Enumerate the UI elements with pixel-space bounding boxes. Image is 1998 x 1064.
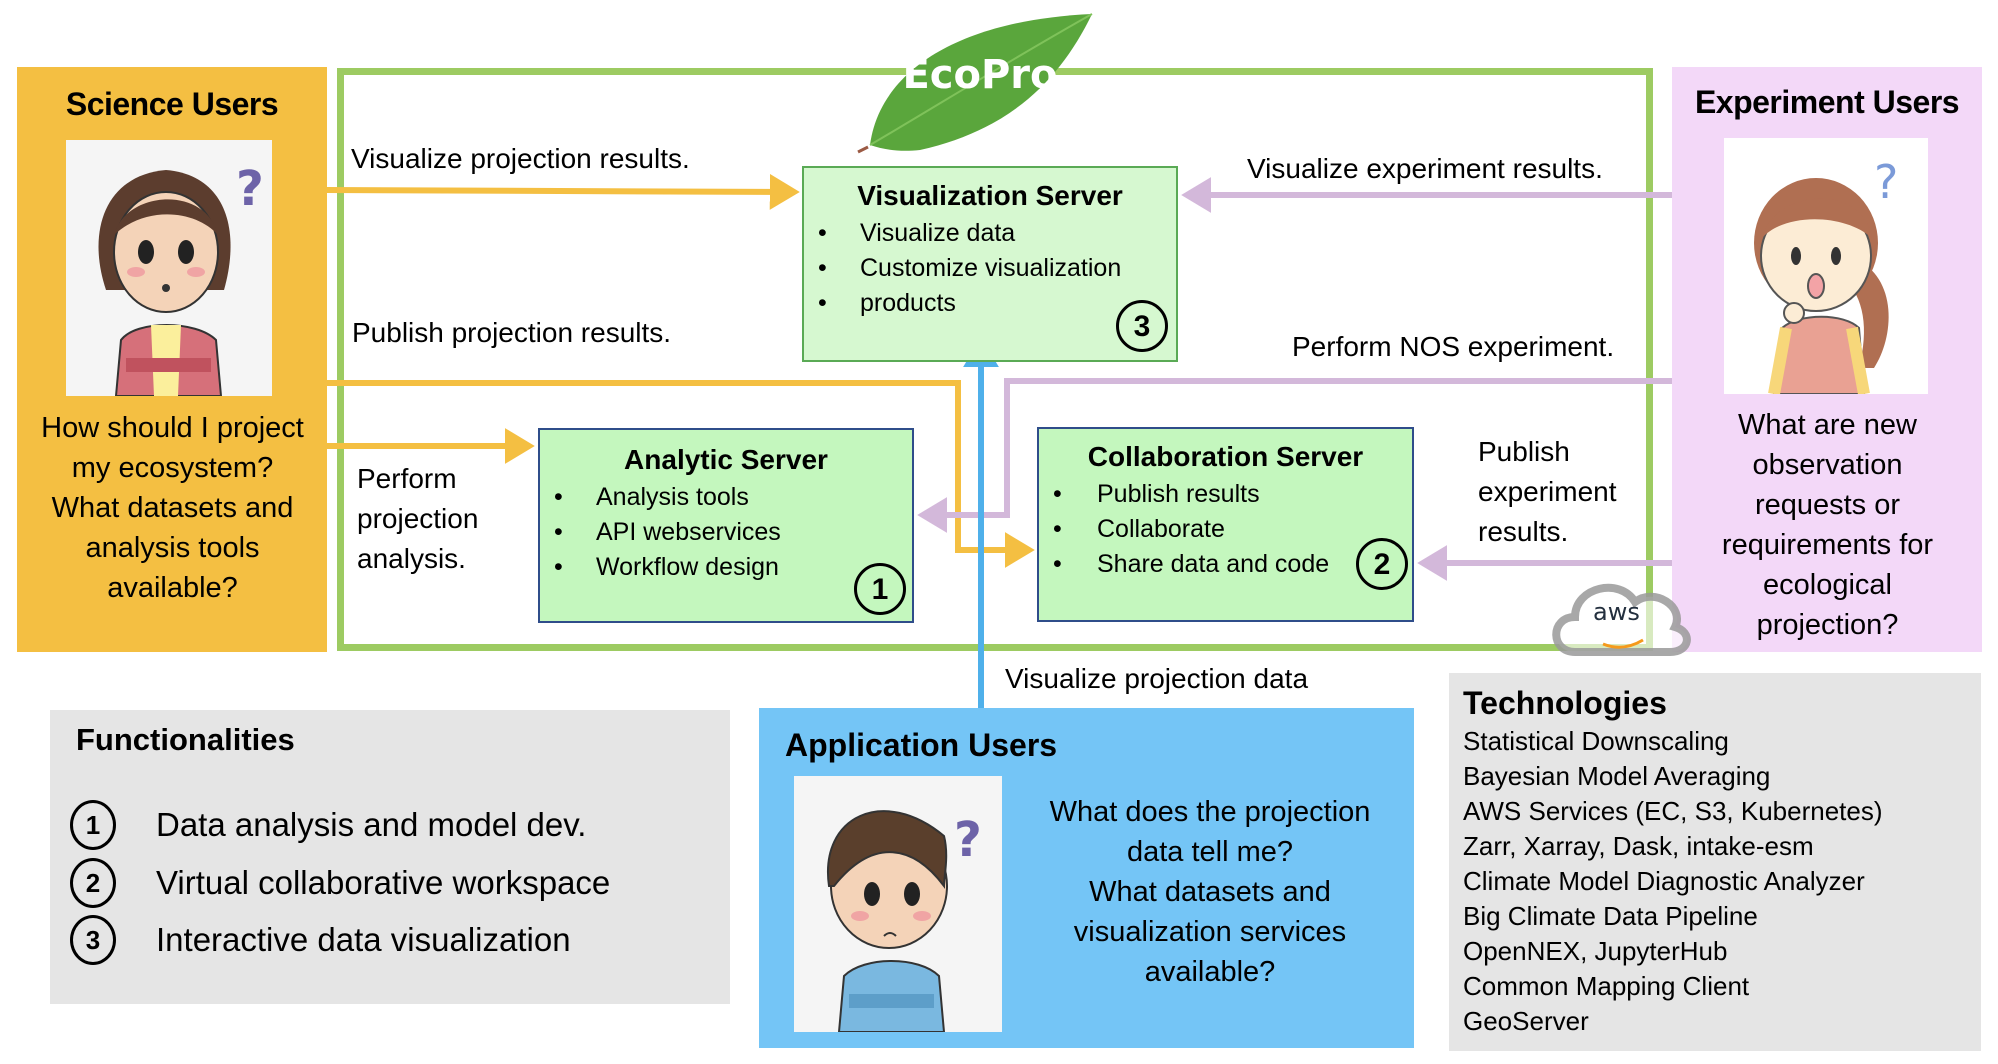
label-perform-projection-analysis: Perform projection analysis. [357, 463, 479, 574]
technology-item: Climate Model Diagnostic Analyzer [1463, 866, 1865, 896]
girl-wondering-avatar: ? [1724, 138, 1928, 394]
functionality-item: 3 Interactive data visualization [70, 915, 571, 965]
functionality-label: Data analysis and model dev. [156, 806, 587, 843]
label-publish-projection-results: Publish projection results. [352, 317, 672, 348]
experiment-users-title: Experiment Users [1694, 84, 1960, 120]
number-badge-2: 2 [70, 858, 116, 908]
functionality-label: Interactive data visualization [156, 921, 571, 958]
number-badge-2: 2 [1356, 538, 1408, 590]
visualization-server-item: Customize visualization [804, 251, 1176, 286]
number-badge-1: 1 [70, 800, 116, 850]
woman-thinking-avatar: ? [66, 140, 272, 396]
technology-item: GeoServer [1463, 1006, 1589, 1036]
label-perform-nos-experiment: Perform NOS experiment. [1292, 331, 1615, 362]
label-visualize-projection-data: Visualize projection data [1005, 663, 1309, 694]
visualization-server-title: Visualization Server [857, 180, 1123, 211]
number-badge-3: 3 [1116, 300, 1168, 352]
label-visualize-projection-results: Visualize projection results. [351, 143, 690, 174]
arrow-science-to-visualization [326, 173, 800, 210]
aws-label: aws [1593, 598, 1640, 626]
collaboration-server-title: Collaboration Server [1087, 441, 1364, 472]
boy-thinking-avatar: ? [794, 776, 1002, 1032]
analytic-server-title: Analytic Server [624, 444, 828, 475]
collaboration-server-box[interactable]: Collaboration Server Publish results Col… [1037, 427, 1414, 622]
visualization-server-box[interactable]: Visualization Server Visualize data Cust… [802, 166, 1178, 362]
technology-item: AWS Services (EC, S3, Kubernetes) [1463, 796, 1883, 826]
technologies-list: Technologies Statistical Downscaling Bay… [1463, 682, 1883, 1039]
science-users-question: How should I project my ecosystem? What … [41, 412, 304, 604]
technology-item: Statistical Downscaling [1463, 726, 1729, 756]
functionality-item: 2 Virtual collaborative workspace [70, 858, 610, 908]
technology-item: Bayesian Model Averaging [1463, 761, 1771, 791]
functionality-item: 1 Data analysis and model dev. [70, 800, 586, 850]
analytic-server-item: Analysis tools [540, 480, 912, 515]
science-users-title: Science Users [65, 86, 279, 122]
technology-item: OpenNEX, JupyterHub [1463, 936, 1728, 966]
experiment-users-question: What are new observation requests or req… [1721, 409, 1934, 641]
application-users-title: Application Users [785, 727, 1058, 763]
number-badge-3: 3 [70, 915, 116, 965]
svg-text:?: ? [236, 161, 264, 217]
label-visualize-experiment-results: Visualize experiment results. [1247, 153, 1603, 184]
functionality-label: Virtual collaborative workspace [156, 864, 611, 901]
label-publish-experiment-results: Publish experiment results. [1478, 436, 1617, 547]
analytic-server-item: API webservices [540, 515, 912, 550]
aws-cloud-icon: aws [1545, 572, 1695, 662]
application-users-question: What does the projection data tell me? W… [1049, 796, 1371, 988]
svg-text:?: ? [1874, 155, 1898, 209]
technologies-title: Technologies [1463, 685, 1667, 721]
svg-text:?: ? [954, 812, 982, 868]
visualization-server-item: Visualize data [804, 216, 1176, 251]
number-badge-1: 1 [854, 563, 906, 615]
functionalities-list: 1 Data analysis and model dev. 2 Virtual… [50, 710, 730, 1004]
collaboration-server-item: Publish results [1039, 477, 1412, 512]
collaboration-server-item: Collaborate [1039, 512, 1412, 547]
analytic-server-box[interactable]: Analytic Server Analysis tools API webse… [538, 428, 914, 623]
ecopro-logo-text: EcoPro [902, 52, 1058, 98]
technology-item: Common Mapping Client [1463, 971, 1750, 1001]
technology-item: Big Climate Data Pipeline [1463, 901, 1758, 931]
technology-item: Zarr, Xarray, Dask, intake-esm [1463, 831, 1814, 861]
